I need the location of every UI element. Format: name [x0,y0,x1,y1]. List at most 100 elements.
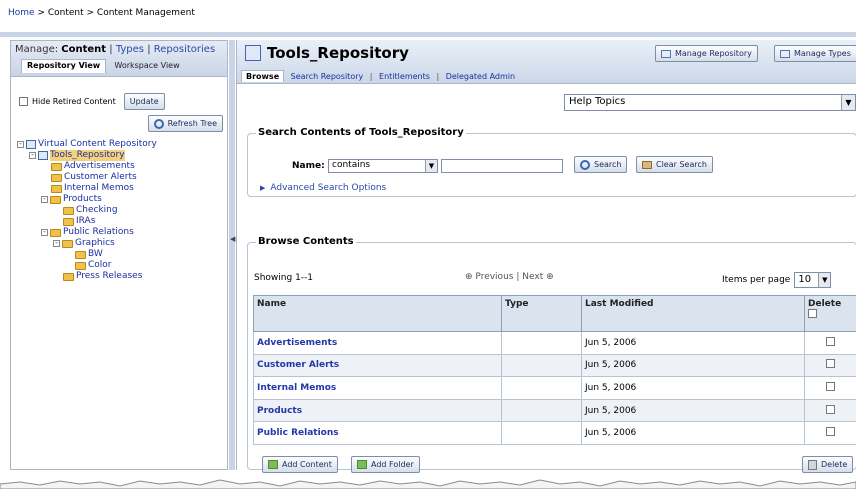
tree-node-iras[interactable]: IRAs [17,216,157,227]
page-title-text: Tools_Repository [267,44,409,62]
tree-label: Products [63,194,102,204]
folder-icon [51,173,62,182]
column-header-type[interactable]: Type [501,295,582,332]
tree-node-customer-alerts[interactable]: Customer Alerts [17,172,157,183]
collapse-icon[interactable]: - [41,196,48,203]
collapse-icon[interactable]: - [53,240,60,247]
item-name-link[interactable]: Public Relations [257,428,339,438]
main-panel: Tools_Repository Manage Repository Manag… [236,40,856,473]
tree-node-tools-repository[interactable]: - Tools_Repository [17,150,157,161]
refresh-tree-button[interactable]: Refresh Tree [147,115,223,132]
tree-label: Internal Memos [64,183,134,193]
dropdown-arrow-icon[interactable]: ▼ [841,95,855,110]
tree-node-root[interactable]: - Virtual Content Repository [17,139,157,150]
manage-repositories-link[interactable]: Repositories [154,44,215,55]
tree-node-products[interactable]: - Products [17,194,157,205]
repository-icon [661,49,671,58]
name-label: Name: [292,161,325,171]
item-name-link[interactable]: Internal Memos [257,383,336,393]
items-per-page-select[interactable]: 10 ▼ [794,272,832,288]
tree-label: Customer Alerts [64,172,137,182]
tree-node-graphics[interactable]: - Graphics [17,238,157,249]
breadcrumb-home-link[interactable]: Home [8,8,35,18]
manage-types-button[interactable]: Manage Types [774,45,856,62]
add-folder-button[interactable]: Add Folder [351,456,420,473]
refresh-icon [153,118,164,129]
search-section-title: Search Contents of Tools_Repository [256,127,466,138]
folder-icon [51,184,62,193]
next-icon: ⊕ [546,272,554,282]
showing-count: Showing 1--1 [254,273,314,283]
help-topics-value: Help Topics [569,96,626,107]
tree-label: Public Relations [63,227,134,237]
item-type [501,376,582,400]
table-header-row: Name Type Last Modified Delete [253,295,856,332]
types-icon [780,49,790,58]
delete-button[interactable]: Delete [802,456,854,473]
update-button[interactable]: Update [123,93,165,110]
repository-icon [245,45,261,61]
main-header: Tools_Repository Manage Repository Manag… [237,40,856,84]
tree-node-bw[interactable]: BW [17,249,157,260]
tree-node-public-relations[interactable]: - Public Relations [17,227,157,238]
search-button[interactable]: Search [574,156,628,173]
breadcrumb-separator: > [83,8,97,18]
tab-entitlements[interactable]: Entitlements [375,71,434,82]
item-name-link[interactable]: Customer Alerts [257,360,339,370]
search-icon [580,159,590,170]
delete-checkbox[interactable] [826,381,835,391]
tree-node-color[interactable]: Color [17,260,157,271]
refresh-tree-label: Refresh Tree [167,119,217,128]
tree-label: Virtual Content Repository [38,139,157,149]
column-header-last-modified[interactable]: Last Modified [581,295,805,332]
tree-label: IRAs [76,216,96,226]
manage-types-link[interactable]: Types [116,44,144,55]
tab-browse[interactable]: Browse [241,70,285,82]
tree-node-internal-memos[interactable]: Internal Memos [17,183,157,194]
hide-retired-checkbox[interactable] [19,97,28,106]
add-content-button[interactable]: Add Content [262,456,338,473]
tab-repository-view[interactable]: Repository View [21,59,107,73]
clear-search-button[interactable]: Clear Search [636,156,713,173]
item-last-modified: Jun 5, 2006 [581,398,805,423]
delete-checkbox[interactable] [826,359,835,369]
previous-link[interactable]: Previous [475,272,513,282]
dropdown-arrow-icon[interactable]: ▼ [818,273,831,287]
column-header-delete: Delete [804,295,856,332]
help-topics-select[interactable]: Help Topics ▼ [564,94,856,111]
name-operator-select[interactable]: contains ▼ [328,159,438,173]
contents-table: Name Type Last Modified Delete Advertise… [253,295,856,445]
next-link[interactable]: Next [522,272,543,282]
items-per-page-label: Items per page [722,275,791,285]
manage-repository-button[interactable]: Manage Repository [655,45,758,62]
item-name-link[interactable]: Advertisements [257,338,337,348]
tab-delegated-admin[interactable]: Delegated Admin [442,71,519,82]
panel-splitter[interactable]: ◀ [229,40,235,470]
tree-node-checking[interactable]: Checking [17,205,157,216]
delete-checkbox[interactable] [826,427,835,437]
advanced-search-link[interactable]: ▶ Advanced Search Options [260,183,386,193]
collapse-icon[interactable]: - [17,141,24,148]
tab-search-repository[interactable]: Search Repository [287,71,368,82]
dropdown-arrow-icon[interactable]: ▼ [425,160,437,172]
repository-icon [38,151,48,160]
folder-icon [50,195,61,204]
table-row: Internal Memos Jun 5, 2006 [253,376,856,400]
tree-node-advertisements[interactable]: Advertisements [17,161,157,172]
search-input[interactable] [441,159,563,173]
hide-retired-label: Hide Retired Content [32,97,116,106]
delete-checkbox[interactable] [826,404,835,414]
delete-checkbox[interactable] [826,336,835,346]
collapse-icon[interactable]: - [41,229,48,236]
manage-content-link[interactable]: Content [61,44,106,55]
tab-separator: | [369,72,373,81]
collapse-left-icon[interactable]: ◀ [230,235,235,243]
item-name-link[interactable]: Products [257,406,302,416]
select-all-checkbox[interactable] [808,309,817,318]
tree-node-press-releases[interactable]: Press Releases [17,271,157,282]
content-tree: - Virtual Content Repository - Tools_Rep… [17,139,157,282]
column-header-name[interactable]: Name [253,295,502,332]
tab-workspace-view[interactable]: Workspace View [109,60,184,74]
tab-separator: | [436,72,440,81]
collapse-icon[interactable]: - [29,152,36,159]
